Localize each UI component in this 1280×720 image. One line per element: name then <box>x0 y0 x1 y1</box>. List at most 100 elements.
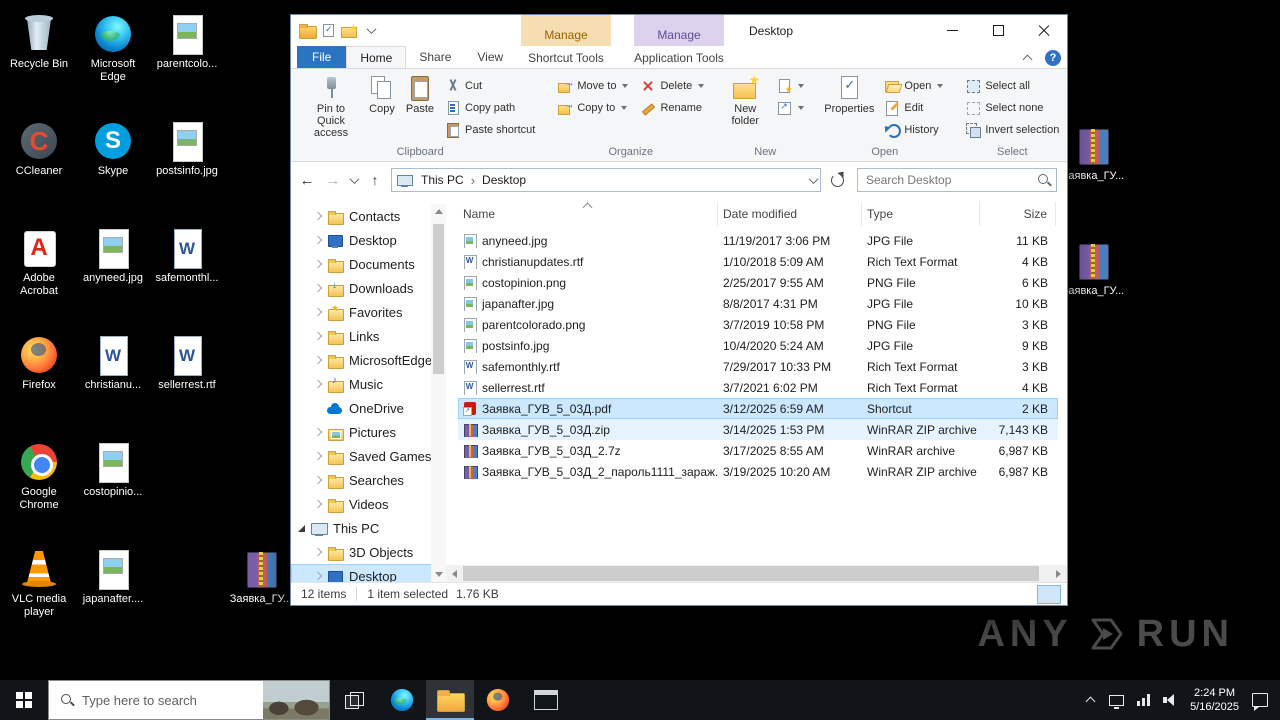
minimize-ribbon-chevron-icon[interactable] <box>1022 52 1034 64</box>
nav-item[interactable]: Documents <box>291 252 446 276</box>
tab-application-tools[interactable]: Application Tools <box>634 46 724 69</box>
breadcrumb-desktop[interactable]: Desktop <box>475 169 533 191</box>
address-dropdown-chevron-icon[interactable] <box>806 173 820 187</box>
up-button[interactable]: ↑ <box>363 168 387 192</box>
scroll-down-icon[interactable] <box>431 567 446 582</box>
file-row[interactable]: christianupdates.rtf 1/10/2018 5:09 AM R… <box>458 251 1058 272</box>
history-button[interactable]: History <box>878 119 949 141</box>
tab-home[interactable]: Home <box>346 46 407 68</box>
nav-item[interactable]: Contacts <box>291 204 446 228</box>
expander-icon[interactable] <box>311 449 325 463</box>
new-item-button[interactable] <box>770 75 810 97</box>
nav-item[interactable]: Videos <box>291 492 446 516</box>
scroll-up-icon[interactable] <box>431 204 446 219</box>
expander-icon[interactable] <box>311 497 325 511</box>
nav-item[interactable]: MicrosoftEdge... <box>291 348 446 372</box>
search-icon[interactable] <box>1037 173 1052 188</box>
taskbar-file-explorer-button[interactable] <box>426 680 474 720</box>
desktop-icon[interactable]: Firefox <box>2 329 76 436</box>
nav-item[interactable]: OneDrive <box>291 396 446 420</box>
nav-item[interactable]: Pictures <box>291 420 446 444</box>
copy-to-button[interactable]: Copy to <box>551 97 634 119</box>
nav-item[interactable]: This PC <box>291 516 446 540</box>
desktop-icon[interactable]: CCleaner <box>2 115 76 222</box>
qat-new-folder-button[interactable] <box>341 24 357 38</box>
file-row[interactable]: postsinfo.jpg 10/4/2020 5:24 AM JPG File… <box>458 335 1058 356</box>
taskbar-clock[interactable]: 2:24 PM 5/16/2025 <box>1190 686 1239 714</box>
desktop-icon[interactable]: Recycle Bin <box>2 8 76 115</box>
select-all-button[interactable]: Select all <box>959 75 1065 97</box>
tray-display-icon[interactable] <box>1109 694 1125 709</box>
nav-scrollbar[interactable] <box>431 204 446 582</box>
tray-volume-icon[interactable] <box>1163 694 1177 706</box>
nav-item[interactable]: Links <box>291 324 446 348</box>
nav-item[interactable]: Searches <box>291 468 446 492</box>
file-row[interactable]: Заявка_ГУВ_5_03Д_2.7z 3/17/2025 8:55 AM … <box>458 440 1058 461</box>
tray-network-icon[interactable] <box>1137 694 1151 706</box>
nav-item[interactable]: Desktop <box>291 564 446 582</box>
open-button[interactable]: Open <box>878 75 949 97</box>
expander-icon[interactable] <box>311 257 325 271</box>
desktop-icon[interactable]: safemonthl... <box>150 222 224 329</box>
desktop-icon[interactable]: sellerrest.rtf <box>150 329 224 436</box>
expander-icon[interactable] <box>311 377 325 391</box>
invert-selection-button[interactable]: Invert selection <box>959 119 1065 141</box>
delete-button[interactable]: Delete <box>634 75 710 97</box>
file-row[interactable]: parentcolorado.png 3/7/2019 10:58 PM PNG… <box>458 314 1058 335</box>
new-folder-button[interactable]: New folder <box>720 71 770 129</box>
tab-view[interactable]: View <box>464 46 516 68</box>
easy-access-button[interactable] <box>770 97 810 119</box>
show-hidden-icons-chevron-icon[interactable] <box>1086 695 1096 705</box>
paste-button[interactable]: Paste <box>401 71 439 117</box>
desktop-icon[interactable]: VLC media player <box>2 543 76 650</box>
nav-item[interactable]: Saved Games <box>291 444 446 468</box>
expander-icon[interactable] <box>311 233 325 247</box>
tab-share[interactable]: Share <box>406 46 464 68</box>
address-bar[interactable]: This PC › Desktop <box>391 168 821 192</box>
paste-shortcut-button[interactable]: Paste shortcut <box>439 119 541 141</box>
expander-icon[interactable] <box>311 473 325 487</box>
help-button[interactable] <box>1045 49 1061 66</box>
desktop-icon[interactable]: Google Chrome <box>2 436 76 543</box>
desktop-icon[interactable]: Adobe Acrobat <box>2 222 76 329</box>
taskbar-cmd-button[interactable] <box>522 680 570 720</box>
recent-locations-chevron-icon[interactable] <box>347 173 361 187</box>
scroll-left-icon[interactable] <box>446 565 463 582</box>
action-center-icon[interactable] <box>1252 693 1268 711</box>
task-view-button[interactable] <box>330 680 378 720</box>
refresh-icon[interactable] <box>825 168 849 192</box>
desktop-icon[interactable]: anyneed.jpg <box>76 222 150 329</box>
scroll-right-icon[interactable] <box>1050 565 1067 582</box>
cut-button[interactable]: Cut <box>439 75 541 97</box>
copy-button[interactable]: Copy <box>363 71 401 117</box>
expander-icon[interactable] <box>311 305 325 319</box>
desktop-icon[interactable]: japanafter.... <box>76 543 150 650</box>
rename-button[interactable]: Rename <box>634 97 710 119</box>
desktop-icon[interactable]: costopinio... <box>76 436 150 543</box>
nav-item[interactable]: 3D Objects <box>291 540 446 564</box>
horizontal-scrollbar-thumb[interactable] <box>463 566 1039 581</box>
expander-icon[interactable] <box>311 401 325 415</box>
file-row[interactable]: costopinion.png 2/25/2017 9:55 AM PNG Fi… <box>458 272 1058 293</box>
expander-icon[interactable] <box>311 425 325 439</box>
desktop-icon[interactable]: Skype <box>76 115 150 222</box>
nav-item[interactable]: Desktop <box>291 228 446 252</box>
file-row[interactable]: Заявка_ГУВ_5_03Д_2_пароль1111_зараж... 3… <box>458 461 1058 482</box>
explorer-search-box[interactable] <box>857 168 1057 192</box>
column-header-name[interactable]: Name <box>458 202 718 226</box>
file-row[interactable]: Заявка_ГУВ_5_03Д.pdf 3/12/2025 6:59 AM S… <box>458 398 1058 419</box>
expander-icon[interactable] <box>311 353 325 367</box>
taskbar-search-box[interactable] <box>48 680 330 720</box>
nav-scrollbar-thumb[interactable] <box>433 224 444 374</box>
file-row[interactable]: japanafter.jpg 8/8/2017 4:31 PM JPG File… <box>458 293 1058 314</box>
properties-button[interactable]: Properties <box>820 71 878 117</box>
expander-icon[interactable] <box>311 329 325 343</box>
breadcrumb-this-pc[interactable]: This PC <box>414 169 471 191</box>
file-row[interactable]: anyneed.jpg 11/19/2017 3:06 PM JPG File … <box>458 230 1058 251</box>
file-row[interactable]: sellerrest.rtf 3/7/2021 6:02 PM Rich Tex… <box>458 377 1058 398</box>
taskbar-search-input[interactable] <box>82 692 263 708</box>
select-none-button[interactable]: Select none <box>959 97 1065 119</box>
nav-item[interactable]: Favorites <box>291 300 446 324</box>
move-to-button[interactable]: Move to <box>551 75 634 97</box>
file-row[interactable]: Заявка_ГУВ_5_03Д.zip 3/14/2025 1:53 PM W… <box>458 419 1058 440</box>
